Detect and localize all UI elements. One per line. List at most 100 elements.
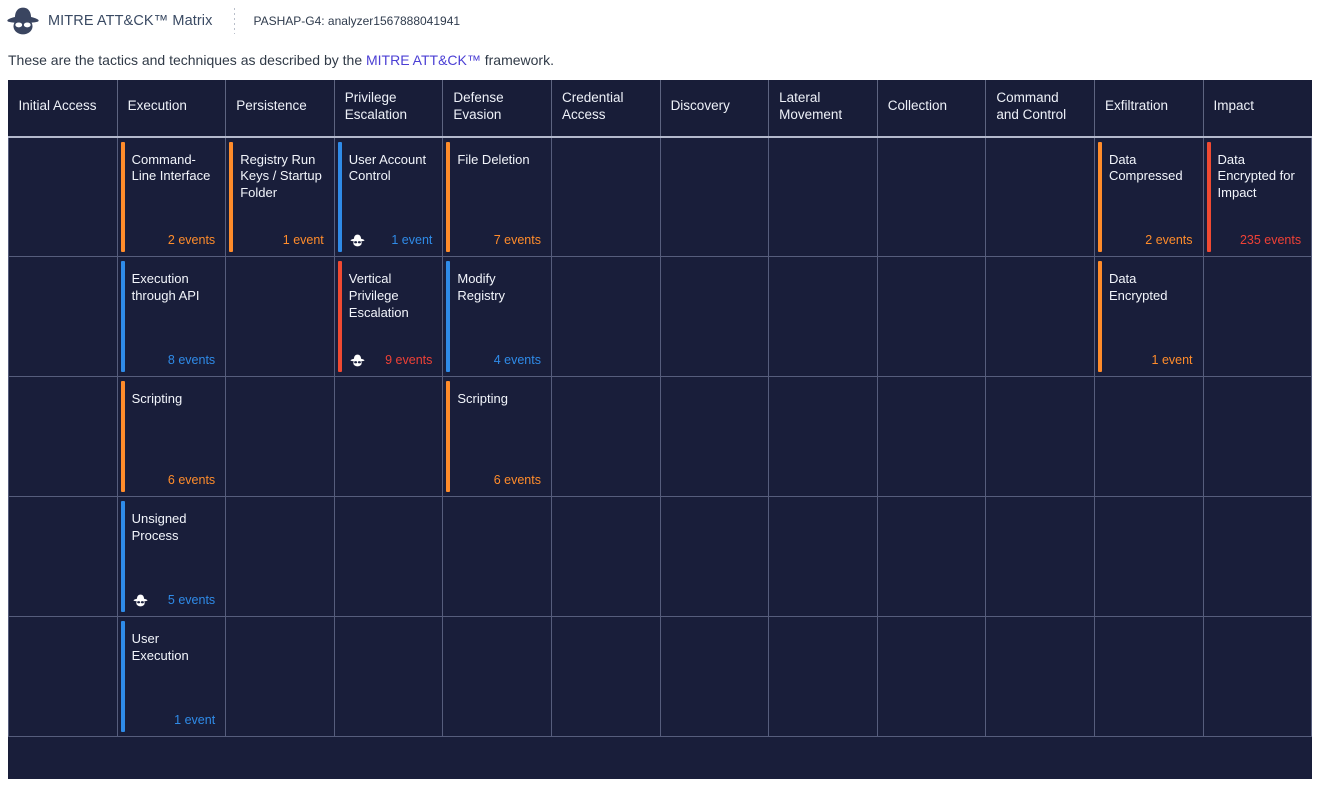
technique-cell[interactable]: Data Encrypted 1 event [1093, 256, 1204, 378]
empty-cell [225, 496, 335, 618]
empty-cell [8, 496, 118, 618]
technique-footer: 5 events [132, 592, 220, 608]
technique-footer: 1 event [349, 232, 437, 248]
empty-cell [876, 496, 987, 618]
empty-cell [550, 376, 661, 498]
technique-card[interactable]: Command-Line Interface 2 events [118, 138, 226, 257]
empty-cell [550, 616, 661, 738]
technique-cell[interactable]: User Account Control 1 event [333, 136, 444, 258]
technique-cell[interactable]: Modify Registry 4 events [442, 256, 552, 378]
technique-cell[interactable]: Unsigned Process 5 events [116, 496, 227, 618]
technique-cell[interactable]: Scripting 6 events [442, 376, 552, 498]
spy-icon [350, 354, 365, 367]
technique-card[interactable]: Unsigned Process 5 events [118, 497, 226, 616]
matrix-body: Command-Line Interface 2 events Registry… [8, 136, 1313, 779]
empty-cell [1093, 496, 1204, 618]
technique-name: Data Compressed [1108, 151, 1183, 184]
technique-card[interactable]: File Deletion 7 events [443, 138, 551, 257]
empty-cell [768, 616, 878, 738]
column-header-collection[interactable]: Collection [876, 80, 986, 137]
empty-cell [985, 496, 1095, 618]
event-count: 1 event [174, 713, 216, 728]
technique-cell[interactable]: File Deletion 7 events [442, 136, 552, 258]
technique-card[interactable]: Registry Run Keys / Startup Folder 1 eve… [226, 138, 334, 257]
empty-cell [1202, 496, 1313, 618]
column-header-lateral-movement[interactable]: Lateral Movement [768, 80, 878, 137]
empty-cell [550, 256, 661, 378]
technique-cell[interactable]: Command-Line Interface 2 events [116, 136, 227, 258]
empty-cell [659, 256, 770, 378]
event-count: 1 event [1151, 353, 1193, 368]
event-count: 4 events [493, 353, 541, 368]
technique-card[interactable]: Scripting 6 events [118, 377, 226, 496]
empty-cell [876, 136, 987, 258]
empty-cell [442, 496, 552, 618]
empty-cell [659, 496, 770, 618]
empty-cell [8, 616, 118, 738]
technique-footer: 1 event [132, 712, 220, 728]
technique-card[interactable]: Scripting 6 events [443, 377, 551, 496]
analyzer-id: PASHAP-G4: analyzer1567888041941 [253, 14, 461, 28]
empty-cell [768, 376, 878, 498]
technique-card[interactable]: Modify Registry 4 events [443, 257, 551, 376]
technique-card[interactable]: User Account Control 1 event [335, 138, 443, 257]
technique-card[interactable]: Data Encrypted for Impact 235 events [1204, 138, 1312, 257]
column-header-exfiltration[interactable]: Exfiltration [1093, 80, 1204, 137]
empty-cell [333, 616, 444, 738]
column-header-initial-access[interactable]: Initial Access [8, 80, 118, 137]
column-header-command-and-control[interactable]: Command and Control [985, 80, 1095, 137]
column-header-privilege-escalation[interactable]: Privilege Escalation [333, 80, 443, 137]
technique-cell[interactable]: Data Encrypted for Impact 235 events [1202, 136, 1313, 258]
column-header-defense-evasion[interactable]: Defense Evasion [442, 80, 552, 137]
technique-name: Data Encrypted [1108, 271, 1168, 303]
empty-cell [768, 256, 878, 378]
empty-cell [225, 376, 335, 498]
column-header-credential-access[interactable]: Credential Access [550, 80, 661, 137]
matrix-container: Initial Access Execution Persistence Privil… [0, 80, 1320, 779]
technique-footer: 6 events [132, 472, 220, 488]
empty-cell [225, 256, 335, 378]
technique-name: Vertical Privilege Escalation [348, 271, 409, 320]
technique-footer: 4 events [457, 352, 545, 368]
technique-card[interactable]: Execution through API 8 events [118, 257, 226, 376]
technique-footer: 2 events [132, 232, 220, 248]
technique-footer: 8 events [132, 352, 220, 368]
technique-name: User Account Control [348, 151, 427, 184]
matrix-footer-spacer [8, 736, 1312, 779]
mitre-attack-link[interactable]: MITRE ATT&CK™ [366, 52, 481, 68]
technique-name: Unsigned Process [131, 511, 187, 543]
technique-cell[interactable]: Registry Run Keys / Startup Folder 1 eve… [225, 136, 335, 258]
description-prefix: These are the tactics and techniques as … [8, 52, 366, 68]
empty-cell [333, 496, 444, 618]
spy-icon [7, 7, 39, 35]
empty-cell [659, 616, 770, 738]
technique-cell[interactable]: Scripting 6 events [116, 376, 227, 498]
column-header-persistence[interactable]: Persistence [225, 80, 335, 137]
empty-cell [442, 616, 552, 738]
event-count: 6 events [167, 473, 216, 488]
technique-cell[interactable]: Execution through API 8 events [116, 256, 227, 378]
table-row: User Execution 1 event [8, 616, 1313, 738]
column-header-execution[interactable]: Execution [116, 80, 226, 137]
empty-cell [876, 256, 987, 378]
technique-card[interactable]: User Execution 1 event [118, 617, 226, 736]
spy-icon [350, 234, 365, 247]
technique-name: Scripting [457, 391, 508, 407]
event-count: 2 events [167, 233, 216, 248]
empty-cell [985, 616, 1095, 738]
technique-card[interactable]: Vertical Privilege Escalation 9 events [335, 257, 443, 376]
technique-cell[interactable]: Data Compressed 2 events [1093, 136, 1204, 258]
column-header-discovery[interactable]: Discovery [659, 80, 769, 137]
technique-cell[interactable]: Vertical Privilege Escalation 9 events [333, 256, 444, 378]
app-header: MITRE ATT&CK™ Matrix PASHAP-G4: analyzer… [0, 0, 1320, 42]
table-row: Unsigned Process 5 events [8, 496, 1313, 618]
empty-cell [333, 376, 444, 498]
column-header-impact[interactable]: Impact [1202, 80, 1312, 137]
matrix-header-row: Initial Access Execution Persistence Privil… [8, 80, 1312, 137]
header-divider [234, 8, 236, 34]
empty-cell [876, 616, 987, 738]
technique-card[interactable]: Data Compressed 2 events [1095, 138, 1203, 257]
technique-card[interactable]: Data Encrypted 1 event [1095, 257, 1203, 376]
empty-cell [1202, 376, 1313, 498]
technique-cell[interactable]: User Execution 1 event [116, 616, 227, 738]
